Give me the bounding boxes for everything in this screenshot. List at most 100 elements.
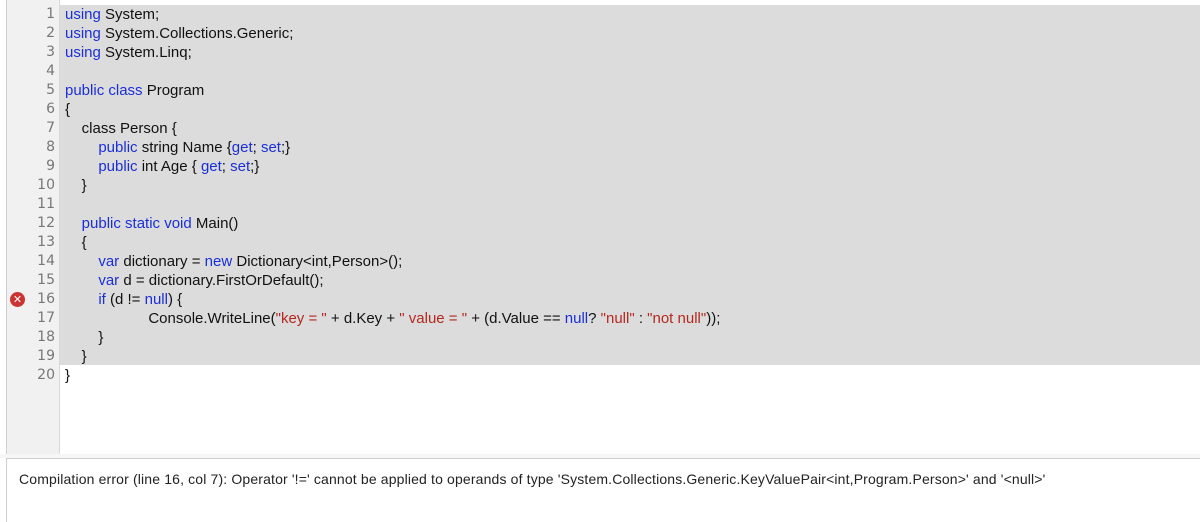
code-token: Main() xyxy=(191,215,239,232)
code-token: + d.Key + xyxy=(326,310,400,327)
code-token: } xyxy=(65,329,104,346)
code-text[interactable]: using System.Collections.Generic; xyxy=(65,24,293,43)
code-text[interactable]: using System; xyxy=(65,5,159,24)
code-line[interactable]: 9 public int Age { get; set;} xyxy=(7,157,1200,176)
code-token: } xyxy=(65,348,87,365)
keyword-token: using xyxy=(65,6,101,23)
code-text[interactable]: } xyxy=(65,328,103,347)
code-line[interactable]: 14 var dictionary = new Dictionary<int,P… xyxy=(7,252,1200,271)
code-text[interactable]: public class Program xyxy=(65,81,204,100)
code-token: ;} xyxy=(250,158,260,175)
keyword-token: public xyxy=(98,139,138,156)
code-text[interactable]: { xyxy=(65,233,87,252)
code-token: } xyxy=(65,177,87,194)
code-text[interactable]: Console.WriteLine("key = " + d.Key + " v… xyxy=(65,309,720,328)
keyword-token: var xyxy=(98,272,120,289)
keyword-token: get xyxy=(200,158,222,175)
code-token: int Age { xyxy=(137,158,201,175)
code-line[interactable]: 3 using System.Linq; xyxy=(7,43,1200,62)
keyword-token: null xyxy=(564,310,589,327)
code-text[interactable]: if (d != null) { xyxy=(65,290,182,309)
line-number: 18 xyxy=(37,329,55,345)
code-text[interactable]: } xyxy=(65,347,87,366)
output-panel: Compilation error (line 16, col 7): Oper… xyxy=(6,458,1200,522)
line-number: 6 xyxy=(46,101,55,117)
line-number: 7 xyxy=(46,120,55,136)
error-marker-icon[interactable]: ✕ xyxy=(10,292,25,307)
keyword-token: set xyxy=(230,158,251,175)
code-line[interactable]: 16 ✕ if (d != null) { xyxy=(7,290,1200,309)
code-line[interactable]: 7 class Person { xyxy=(7,119,1200,138)
line-number: 11 xyxy=(37,196,55,212)
code-line[interactable]: 18 } xyxy=(7,328,1200,347)
code-token: ? xyxy=(588,310,601,327)
keyword-token: public class xyxy=(65,82,143,99)
code-text[interactable]: { xyxy=(65,100,70,119)
keyword-token: public xyxy=(98,158,138,175)
code-line[interactable]: 1 using System; xyxy=(7,5,1200,24)
code-line[interactable]: 5 public class Program xyxy=(7,81,1200,100)
keyword-token: new xyxy=(204,253,233,270)
code-text[interactable]: public int Age { get; set;} xyxy=(65,157,259,176)
code-line[interactable]: 11 xyxy=(7,195,1200,214)
keyword-token: using xyxy=(65,25,101,42)
code-text[interactable]: using System.Linq; xyxy=(65,43,192,62)
code-line[interactable]: 17 Console.WriteLine("key = " + d.Key + … xyxy=(7,309,1200,328)
code-token: { xyxy=(65,234,87,251)
keyword-token: if xyxy=(98,291,106,308)
code-text[interactable]: var d = dictionary.FirstOrDefault(); xyxy=(65,271,324,290)
code-token: class Person { xyxy=(65,120,177,137)
code-token: : xyxy=(634,310,648,327)
line-number: 2 xyxy=(46,25,55,41)
code-token: )); xyxy=(706,310,721,327)
code-line[interactable]: 13 { xyxy=(7,233,1200,252)
line-number: 10 xyxy=(37,177,55,193)
code-token: Console.WriteLine( xyxy=(65,310,276,327)
code-text[interactable]: var dictionary = new Dictionary<int,Pers… xyxy=(65,252,402,271)
code-text[interactable]: public static void Main() xyxy=(65,214,239,233)
code-line[interactable]: 4 xyxy=(7,62,1200,81)
code-token: ;} xyxy=(280,139,291,156)
line-number: 5 xyxy=(46,82,55,98)
code-token: ) { xyxy=(167,291,183,308)
line-number: 1 xyxy=(46,6,55,22)
code-line[interactable]: 8 public string Name {get; set;} xyxy=(7,138,1200,157)
code-token: d = dictionary.FirstOrDefault(); xyxy=(119,272,324,289)
code-line[interactable]: 2 using System.Collections.Generic; xyxy=(7,24,1200,43)
code-line[interactable]: 12 public static void Main() xyxy=(7,214,1200,233)
code-text[interactable]: public string Name {get; set;} xyxy=(65,138,290,157)
keyword-token: var xyxy=(98,253,120,270)
code-token: Dictionary<int,Person>(); xyxy=(232,253,403,270)
code-text[interactable]: } xyxy=(65,176,87,195)
code-token: + (d.Value == xyxy=(467,310,565,327)
code-token: { xyxy=(65,101,71,118)
code-line[interactable]: 15 var d = dictionary.FirstOrDefault(); xyxy=(7,271,1200,290)
string-token: "null" xyxy=(600,310,635,327)
code-token: dictionary = xyxy=(119,253,205,270)
line-number: 17 xyxy=(37,310,55,326)
keyword-token: get xyxy=(231,139,253,156)
code-token: System.Collections.Generic; xyxy=(100,25,294,42)
line-number: 4 xyxy=(46,63,55,79)
line-number: 20 xyxy=(37,367,55,383)
code-text[interactable]: } xyxy=(65,366,70,385)
code-text[interactable]: class Person { xyxy=(65,119,177,138)
string-token: "not null" xyxy=(647,310,707,327)
code-line[interactable]: 19 } xyxy=(7,347,1200,366)
line-number: 12 xyxy=(37,215,55,231)
code-line[interactable]: 10 } xyxy=(7,176,1200,195)
code-token: string Name { xyxy=(137,139,232,156)
line-number: 8 xyxy=(46,139,55,155)
code-line[interactable]: 6{ xyxy=(7,100,1200,119)
compilation-error-message: Compilation error (line 16, col 7): Oper… xyxy=(19,471,1046,487)
line-number: 14 xyxy=(37,253,55,269)
code-line[interactable]: 20} xyxy=(7,366,1200,385)
code-token: ; xyxy=(252,139,261,156)
code-editor[interactable]: 1 using System; 2 using System.Collections.… xyxy=(6,0,1200,454)
string-token: "key = " xyxy=(275,310,327,327)
